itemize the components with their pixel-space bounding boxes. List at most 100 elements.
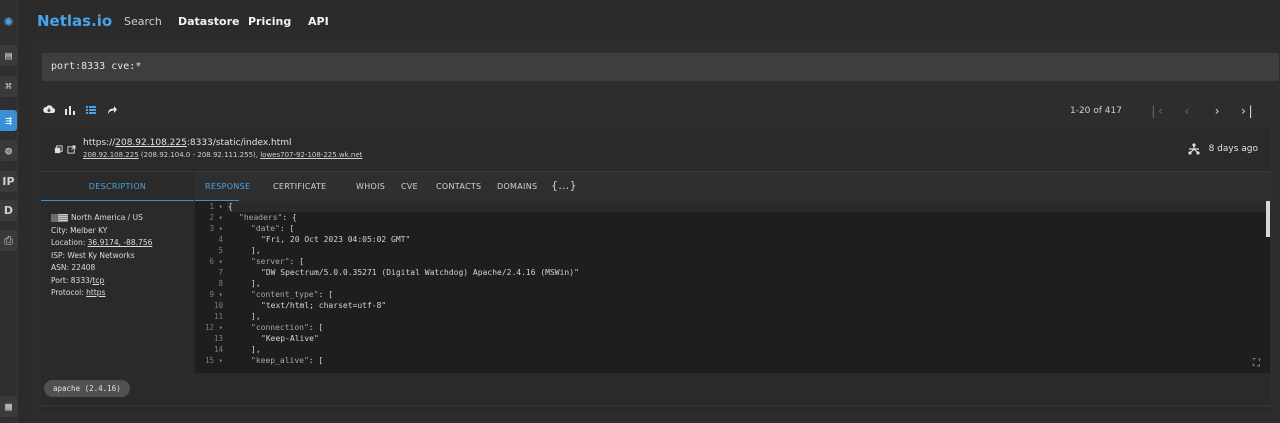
- us-flag-icon: [51, 214, 68, 222]
- first-page-button[interactable]: |‹: [1142, 104, 1172, 118]
- json-punct: : [: [289, 257, 304, 266]
- result-url[interactable]: https://208.92.108.225:8333/static/index…: [83, 138, 292, 148]
- share-arrow-icon[interactable]: [106, 104, 118, 116]
- nav-api[interactable]: API: [308, 15, 329, 28]
- city-line: City: Melber KY: [51, 226, 108, 235]
- isp-line: ISP: West Ky Networks: [51, 251, 135, 260]
- nav-pricing[interactable]: Pricing: [248, 15, 291, 28]
- result-age: 8 days ago: [1208, 144, 1258, 154]
- host-icon[interactable]: ▤: [0, 45, 17, 66]
- fullscreen-icon[interactable]: ⛶: [1253, 358, 1260, 369]
- json-key: "date": [251, 224, 280, 233]
- code-line: ],: [251, 246, 261, 255]
- app-root: ✺ ▤ ⌘ ⇶ ◍ IP D ⎙ ▦ Netlas.io Search Data…: [0, 0, 1280, 423]
- keyboard-icon[interactable]: ▦: [0, 396, 17, 417]
- netlas-logo-icon[interactable]: ✺: [0, 10, 17, 30]
- code-line: "Fri, 20 Oct 2023 04:05:02 GMT": [261, 235, 411, 244]
- line-gutter: 1 ▾ 2 ▾ 3 ▾ 4 5 6 ▾ 7 8 9 ▾ 10 11 12 ▾ 1…: [195, 201, 227, 373]
- line-number: 13: [213, 334, 223, 343]
- line-number[interactable]: 2 ▾: [209, 213, 223, 222]
- line-number: 11: [213, 312, 223, 321]
- region-line: North America / US: [51, 213, 143, 222]
- result-header: https://208.92.108.225:8333/static/index…: [41, 128, 1270, 170]
- network-icon[interactable]: ⌘: [0, 76, 17, 97]
- json-key: "content_type": [251, 290, 319, 299]
- tab-description[interactable]: DESCRIPTION: [41, 172, 194, 202]
- divider: [41, 405, 1270, 406]
- line-number[interactable]: 3 ▾: [209, 224, 223, 233]
- line-number[interactable]: 1 ▾: [209, 202, 223, 211]
- json-punct: : {: [282, 213, 297, 222]
- port-line: Port: 8333/tcp: [51, 276, 104, 285]
- domain-search-icon[interactable]: D: [0, 200, 17, 221]
- share-icon[interactable]: ⇶: [0, 110, 17, 131]
- code-line: "DW Spectrum/5.0.0.35271 (Digital Watchd…: [261, 268, 579, 277]
- sub-ip-link[interactable]: 208.92.108.225: [83, 151, 139, 159]
- json-punct: : [: [279, 224, 295, 233]
- tab-json[interactable]: {…}: [551, 179, 577, 192]
- code-line: "content_type": [: [251, 290, 333, 299]
- last-page-button[interactable]: ›|: [1232, 104, 1262, 118]
- download-icon[interactable]: [43, 104, 55, 116]
- external-link-icon[interactable]: [67, 145, 76, 154]
- location-link[interactable]: 36.9174, -88.756: [88, 238, 153, 247]
- tab-response[interactable]: RESPONSE: [205, 182, 250, 191]
- tab-whois[interactable]: WHOIS: [356, 182, 385, 191]
- tab-contacts[interactable]: CONTACTS: [436, 182, 481, 191]
- line-number: 5: [218, 246, 223, 255]
- port-proto-link[interactable]: tcp: [92, 276, 104, 285]
- json-key: "connection": [251, 323, 309, 332]
- json-key: "keep_alive": [251, 356, 309, 365]
- print-icon[interactable]: ⎙: [0, 230, 17, 251]
- nav-datastore[interactable]: Datastore: [178, 15, 239, 28]
- protocol-link[interactable]: https: [86, 288, 105, 297]
- code-line: "server": [: [251, 257, 304, 266]
- line-number[interactable]: 12 ▾: [205, 323, 223, 332]
- line-number: 7: [218, 268, 223, 277]
- sub-domain-link[interactable]: lowes707-92-108-225.wk.net: [260, 151, 362, 159]
- line-number: 10: [213, 301, 223, 310]
- json-key: "headers": [239, 213, 283, 222]
- line-number: 14: [213, 345, 223, 354]
- tab-certificate[interactable]: CERTIFICATE: [273, 182, 327, 191]
- pagination: 1-20 of 417 |‹ ‹ › ›|: [1070, 104, 1262, 118]
- chart-icon[interactable]: [64, 104, 76, 116]
- software-tag[interactable]: apache (2.4.16): [44, 380, 130, 397]
- ip-search-icon[interactable]: IP: [0, 171, 17, 192]
- line-number: 8: [218, 279, 223, 288]
- json-key: "server": [251, 257, 290, 266]
- line-number[interactable]: 9 ▾: [209, 290, 223, 299]
- network-tree-icon: [1188, 143, 1200, 155]
- url-host[interactable]: 208.92.108.225: [115, 138, 187, 148]
- list-view-icon[interactable]: [85, 104, 97, 116]
- active-line-highlight: [195, 201, 1270, 212]
- copy-icon[interactable]: [54, 145, 63, 154]
- line-number[interactable]: 6 ▾: [209, 257, 223, 266]
- code-line: "text/html; charset=utf-8": [261, 301, 387, 310]
- next-page-button[interactable]: ›: [1202, 104, 1232, 118]
- json-punct: : [: [318, 290, 333, 299]
- code-line: "Keep-Alive": [261, 334, 319, 343]
- tab-cve[interactable]: CVE: [401, 182, 418, 191]
- globe-icon[interactable]: ◍: [0, 140, 17, 161]
- description-panel: North America / US City: Melber KY Locat…: [41, 201, 194, 373]
- line-number: 4: [218, 235, 223, 244]
- port-label: Port: 8333/: [51, 276, 93, 285]
- brand-logo[interactable]: Netlas.io: [37, 12, 112, 30]
- tab-domains[interactable]: DOMAINS: [497, 182, 537, 191]
- nav-search[interactable]: Search: [124, 15, 162, 28]
- code-line: ],: [251, 279, 261, 288]
- line-number[interactable]: 15 ▾: [205, 356, 223, 365]
- code-line: ],: [251, 312, 261, 321]
- json-punct: : [: [308, 356, 324, 365]
- code-scrollbar[interactable]: [1266, 201, 1270, 237]
- code-line: "connection": [: [251, 323, 323, 332]
- response-code-viewer[interactable]: 1 ▾ 2 ▾ 3 ▾ 4 5 6 ▾ 7 8 9 ▾ 10 11 12 ▾ 1…: [195, 201, 1270, 373]
- search-query-text: port:8333 cve:*: [51, 61, 142, 72]
- code-line: "keep_alive": [: [251, 356, 323, 365]
- region-text: North America / US: [71, 213, 143, 222]
- search-input[interactable]: port:8333 cve:*: [42, 53, 1279, 81]
- prev-page-button[interactable]: ‹: [1172, 104, 1202, 118]
- code-line: "date": [: [251, 224, 294, 233]
- result-tabs: DESCRIPTION RESPONSE CERTIFICATE WHOIS C…: [41, 171, 1270, 202]
